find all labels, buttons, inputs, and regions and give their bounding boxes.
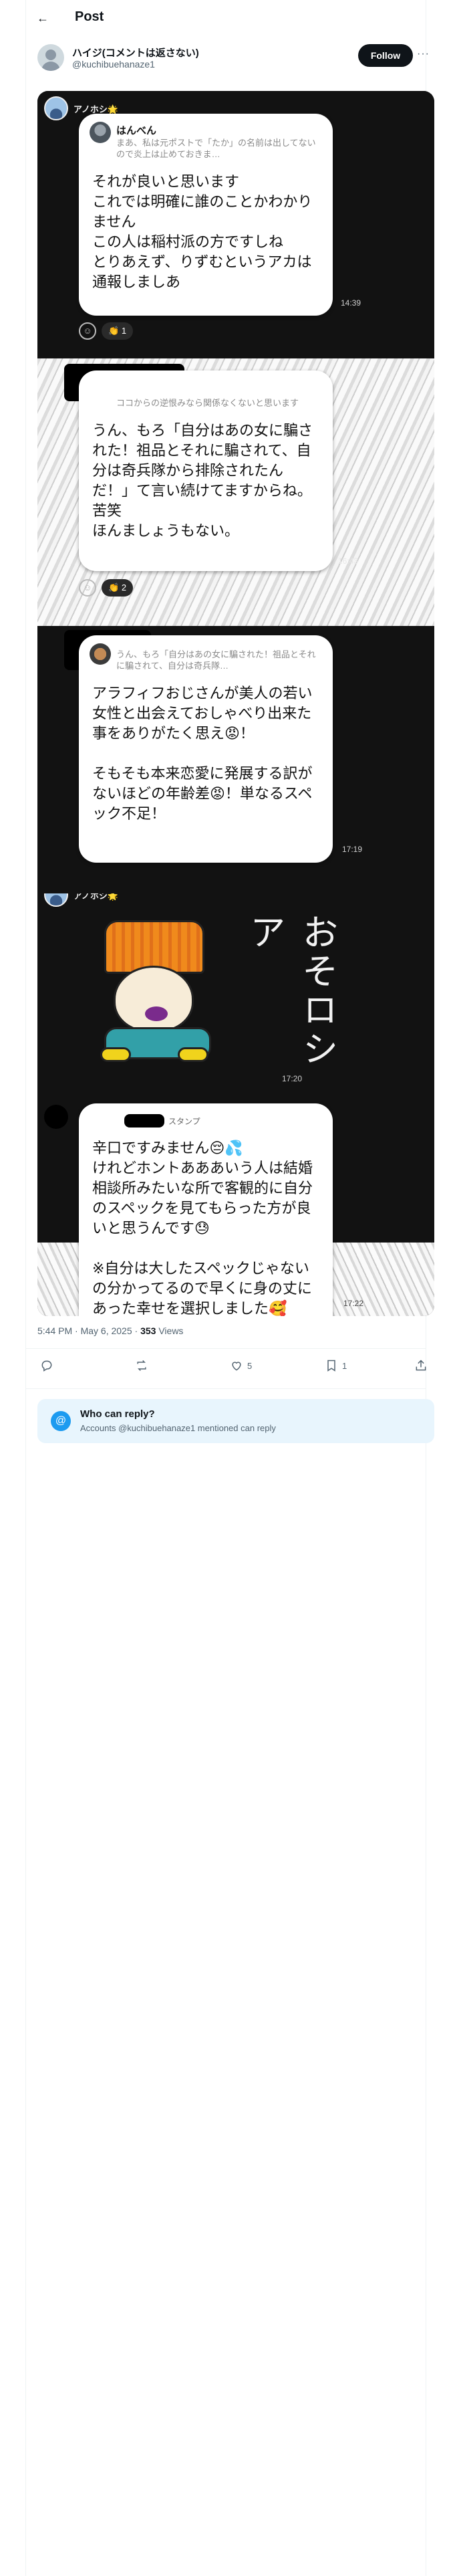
add-reaction-icon: ☺	[79, 322, 96, 340]
like-button[interactable]: 5	[230, 1359, 252, 1372]
author-handle[interactable]: @kuchibuehanaze1	[72, 59, 155, 70]
chat-panel-5: スタンプ 辛口ですみません😔💦 けれどホントあああいう人は結婚相談所みたいな所で…	[37, 1101, 434, 1316]
quoted-text: ココからの逆恨みなら関係なくないと思います	[116, 398, 299, 408]
chat-panel-4: アノホシ🌟 おそロシア 17:20	[37, 893, 434, 1101]
sticker-caption: おそロシア	[243, 914, 338, 1069]
message-text: アラフィフおじさんが美人の若い女性と出会えておしゃべり出来た事をありがたく思え😡…	[92, 685, 313, 822]
sender-name: アノホシ🌟	[73, 104, 119, 114]
quoted-message: うん、もろ「自分はあの女に騙された！祖品とそれに騙されて、自分は奇兵隊…	[90, 643, 322, 671]
message-time: 17:19	[342, 845, 363, 854]
message-text: うん、もろ「自分はあの女に騙された！祖品とそれに騙されて、自分は奇兵隊から排除さ…	[92, 422, 313, 539]
quoted-message: ココからの逆恨みなら関係なくないと思います	[90, 379, 322, 409]
sender-avatar	[44, 96, 68, 120]
divider	[25, 1388, 426, 1389]
reaction-count: 👏 1	[102, 322, 134, 340]
bookmark-button[interactable]: 1	[325, 1359, 347, 1372]
sender-name: アノホシ🌟	[73, 893, 119, 901]
reaction-bar: ☺ 👏 1	[79, 322, 134, 340]
reply-icon	[41, 1360, 52, 1372]
message-time: 17:22	[343, 1299, 364, 1308]
message-time: 14:39	[341, 298, 361, 308]
quoted-message: はんべん まあ、私は元ポストで「たか」の名前は出してないので炎上は止めておきま…	[90, 122, 322, 160]
reply-restriction-notice: @ Who can reply? Accounts @kuchibuehanaz…	[37, 1399, 434, 1443]
chat-bubble: はんべん まあ、私は元ポストで「たか」の名前は出してないので炎上は止めておきま……	[79, 114, 333, 316]
chat-panel-1: アノホシ🌟 はんべん まあ、私は元ポストで「たか」の名前は出してないので炎上は止…	[37, 91, 434, 358]
sender-avatar	[44, 893, 68, 907]
message-time: 17:20	[282, 1074, 303, 1083]
post-meta: 5:44 PM · May 6, 2025 · 353 Views	[37, 1325, 184, 1336]
chat-bubble: うん、もろ「自分はあの女に騙された！祖品とそれに騙されて、自分は奇兵隊… アラフ…	[79, 635, 333, 863]
views-label: Views	[158, 1325, 184, 1336]
stamp-label: スタンプ	[168, 1116, 200, 1126]
views-count: 353	[140, 1325, 156, 1336]
like-count: 5	[247, 1360, 253, 1371]
message-time: 16:43	[338, 556, 359, 566]
reply-button[interactable]	[40, 1359, 57, 1372]
chat-panel-3: うん、もろ「自分はあの女に騙された！祖品とそれに騙されて、自分は奇兵隊… アラフ…	[37, 626, 434, 893]
quoted-avatar	[90, 643, 111, 665]
post-timestamp[interactable]: 5:44 PM · May 6, 2025	[37, 1325, 132, 1336]
post-author: ハイジ(コメントは返さない) @kuchibuehanaze1 Follow ·…	[37, 41, 429, 75]
reply-restriction-title: Who can reply?	[80, 1408, 155, 1420]
quoted-text: まあ、私は元ポストで「たか」の名前は出してないので炎上は止めておきま…	[116, 138, 316, 159]
action-bar: 5 1	[37, 1359, 426, 1379]
more-options-icon[interactable]: ···	[417, 48, 430, 60]
stamp-reference: スタンプ	[124, 1114, 200, 1128]
back-arrow-icon[interactable]: ←	[36, 11, 49, 25]
quoted-text: うん、もろ「自分はあの女に騙された！祖品とそれに騙されて、自分は奇兵隊…	[116, 649, 316, 671]
share-button[interactable]	[414, 1359, 432, 1372]
repost-button[interactable]	[135, 1359, 152, 1372]
heart-icon	[232, 1362, 241, 1371]
top-bar: ← Post	[25, 0, 426, 36]
bookmark-count: 1	[342, 1360, 347, 1371]
chat-panel-2: ボ た！ ココからの逆恨みなら関係なくないと思います うん、もろ「自分はあの女に…	[37, 358, 434, 626]
sticker-face	[114, 966, 194, 1033]
post-image[interactable]: アノホシ🌟 はんべん まあ、私は元ポストで「たか」の名前は出してないので炎上は止…	[37, 91, 434, 1316]
page-title: Post	[75, 9, 104, 24]
mention-icon: @	[51, 1411, 71, 1431]
share-icon	[416, 1360, 426, 1371]
reaction-bar: ☺ 👏 2	[79, 579, 134, 597]
redaction-mark	[44, 1105, 68, 1129]
chat-sender: アノホシ🌟	[44, 893, 118, 907]
divider	[25, 1348, 426, 1349]
avatar[interactable]	[37, 44, 64, 71]
repost-icon	[137, 1360, 146, 1372]
reply-restriction-subtitle: Accounts @kuchibuehanaze1 mentioned can …	[80, 1423, 276, 1433]
bookmark-icon	[327, 1360, 335, 1372]
author-name[interactable]: ハイジ(コメントは返さない)	[72, 45, 199, 60]
message-text: 辛口ですみません😔💦 けれどホントあああいう人は結婚相談所みたいな所で客観的に自…	[92, 1140, 313, 1316]
chat-bubble: ココからの逆恨みなら関係なくないと思います うん、もろ「自分はあの女に騙された！…	[79, 370, 333, 571]
sticker-image	[78, 914, 231, 1067]
message-text: それが良いと思います これでは明確に誰のことかわかりません この人は稲村派の方で…	[92, 173, 313, 290]
quoted-avatar	[90, 122, 111, 143]
add-reaction-icon: ☺	[79, 579, 96, 597]
chat-bubble: スタンプ 辛口ですみません😔💦 けれどホントあああいう人は結婚相談所みたいな所で…	[79, 1103, 333, 1316]
reaction-count: 👏 2	[102, 579, 134, 597]
follow-button[interactable]: Follow	[358, 44, 413, 67]
quoted-name: はんべん	[116, 125, 157, 136]
